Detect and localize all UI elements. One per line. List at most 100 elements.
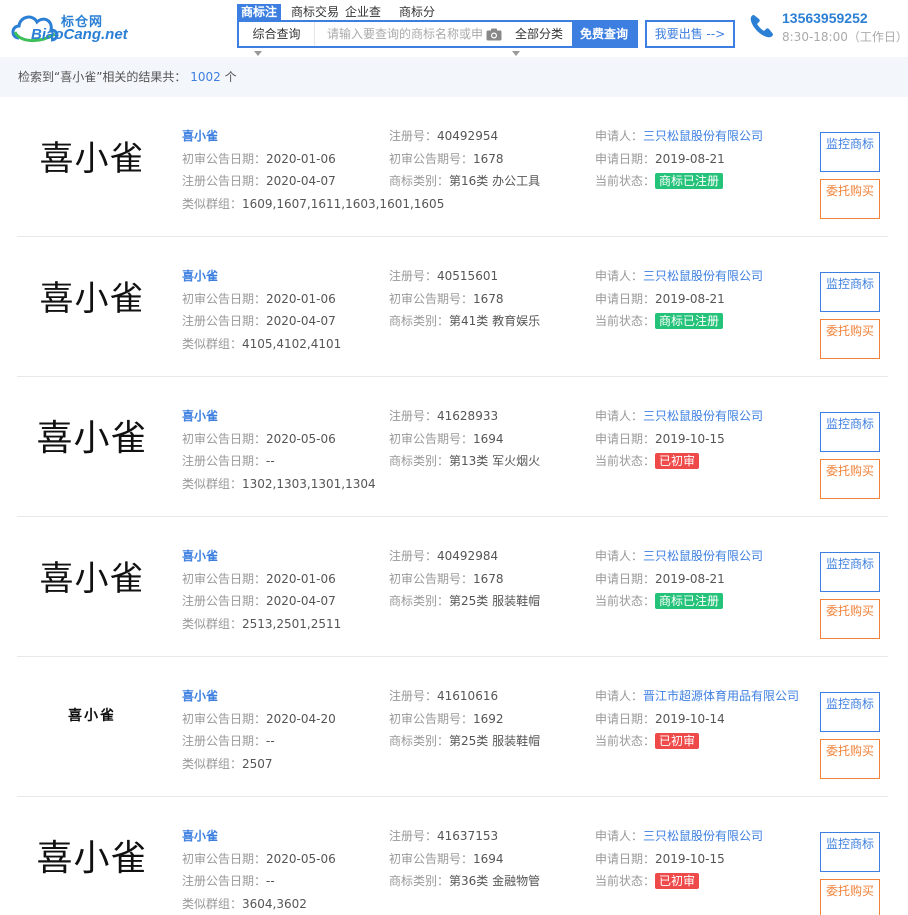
entrust-buy-button[interactable]: 委托购买 [820, 879, 880, 915]
trademark-image[interactable]: 喜小雀 [17, 675, 167, 755]
applicant-link[interactable]: 晋江市超源体育用品有限公司 [643, 689, 799, 703]
monitor-button[interactable]: 监控商标 [820, 412, 880, 452]
trademark-name[interactable]: 喜小雀 [182, 549, 218, 563]
result-suffix: 个 [224, 70, 237, 84]
list-item: 喜小雀 喜小雀 初审公告日期：2020-04-20 注册公告日期：-- 类似群组… [17, 657, 888, 797]
trademark-image[interactable]: 喜小雀 [17, 255, 167, 335]
type-dropdown-arrow-icon [254, 51, 262, 56]
label: 初审公告期号： [389, 711, 474, 726]
reg-date: -- [266, 454, 275, 468]
reg-no: 40492984 [437, 549, 499, 563]
similar-group: 3604,3602 [242, 896, 307, 911]
result-prefix: 检索到“喜小雀”相关的结果共： [18, 70, 187, 84]
entrust-buy-button[interactable]: 委托购买 [820, 459, 880, 499]
reg-no: 41628933 [437, 409, 499, 423]
trademark-name[interactable]: 喜小雀 [182, 129, 218, 143]
label: 申请日期： [595, 571, 656, 586]
first-trial-issue: 1694 [473, 851, 504, 866]
tab-trademark-register[interactable]: 商标注 [237, 4, 282, 20]
label: 初审公告期号： [389, 571, 474, 586]
reg-no: 41637153 [437, 829, 499, 843]
trademark-image[interactable]: 喜小雀 [17, 535, 167, 615]
reg-no: 40492954 [437, 129, 499, 143]
monitor-button[interactable]: 监控商标 [820, 832, 880, 872]
label: 注册公告日期： [182, 734, 267, 748]
status-badge: 商标已注册 [655, 313, 724, 329]
sell-button[interactable]: 我要出售 --> [645, 20, 735, 48]
label: 申请日期： [595, 851, 656, 866]
label: 申请日期： [595, 711, 656, 726]
label: 申请人： [595, 269, 644, 283]
apply-date: 2019-08-21 [655, 291, 725, 306]
label: 注册公告日期： [182, 874, 267, 888]
trademark-category: 第16类 办公工具 [449, 174, 541, 188]
status-badge: 已初审 [655, 733, 700, 749]
label: 当前状态： [595, 594, 656, 608]
monitor-button[interactable]: 监控商标 [820, 272, 880, 312]
first-trial-date: 2020-01-06 [266, 291, 336, 306]
label: 申请人： [595, 689, 644, 703]
label: 当前状态： [595, 454, 656, 468]
trademark-image[interactable]: 喜小雀 [17, 815, 167, 895]
label: 申请人： [595, 129, 644, 143]
label: 初审公告日期： [182, 431, 267, 446]
trademark-name[interactable]: 喜小雀 [182, 269, 218, 283]
category-select[interactable]: 全部分类 [506, 22, 572, 46]
similar-group: 2507 [242, 756, 273, 771]
label: 注册公告日期： [182, 174, 267, 188]
label: 初审公告日期： [182, 151, 267, 166]
trademark-name[interactable]: 喜小雀 [182, 409, 218, 423]
tab-trademark-split[interactable]: 商标分 [399, 4, 445, 20]
label: 申请日期： [595, 151, 656, 166]
label: 申请人： [595, 549, 644, 563]
entrust-buy-button[interactable]: 委托购买 [820, 739, 880, 779]
entrust-buy-button[interactable]: 委托购买 [820, 599, 880, 639]
work-hours: 8:30-18:00（工作日） [782, 30, 908, 44]
trademark-name[interactable]: 喜小雀 [182, 689, 218, 703]
applicant-link[interactable]: 三只松鼠股份有限公司 [643, 549, 763, 563]
similar-group: 1302,1303,1301,1304 [242, 476, 376, 491]
header: 标仓网 BiaoCang.net 商标注 商标交易 企业查 商标分 综合查询 全… [0, 0, 908, 56]
trademark-image[interactable]: 喜小雀 [17, 395, 167, 475]
label: 当前状态： [595, 174, 656, 188]
entrust-buy-button[interactable]: 委托购买 [820, 319, 880, 359]
trademark-image[interactable]: 喜小雀 [17, 115, 167, 195]
first-trial-date: 2020-05-06 [266, 431, 336, 446]
label: 类似群组： [182, 756, 243, 771]
reg-no: 41610616 [437, 689, 499, 703]
label: 初审公告日期： [182, 571, 267, 586]
status-badge: 商标已注册 [655, 593, 724, 609]
monitor-button[interactable]: 监控商标 [820, 692, 880, 732]
search-input[interactable] [315, 22, 482, 46]
label: 注册公告日期： [182, 594, 267, 608]
search-type-select[interactable]: 综合查询 [239, 22, 315, 46]
result-summary: 检索到“喜小雀”相关的结果共： 1002 个 [0, 57, 908, 97]
entrust-buy-button[interactable]: 委托购买 [820, 179, 880, 219]
label: 商标类别： [389, 314, 450, 328]
monitor-button[interactable]: 监控商标 [820, 552, 880, 592]
list-item: 喜小雀 喜小雀 初审公告日期：2020-05-06 注册公告日期：-- 类似群组… [17, 797, 888, 915]
reg-date: 2020-04-07 [266, 174, 336, 188]
list-item: 喜小雀 喜小雀 初审公告日期：2020-05-06 注册公告日期：-- 类似群组… [17, 377, 888, 517]
label: 申请日期： [595, 431, 656, 446]
monitor-button[interactable]: 监控商标 [820, 132, 880, 172]
label: 初审公告日期： [182, 711, 267, 726]
label: 初审公告日期： [182, 851, 267, 866]
label: 类似群组： [182, 616, 243, 631]
camera-icon[interactable] [482, 22, 506, 46]
reg-date: -- [266, 874, 275, 888]
trademark-name[interactable]: 喜小雀 [182, 829, 218, 843]
applicant-link[interactable]: 三只松鼠股份有限公司 [643, 409, 763, 423]
tab-trademark-trade[interactable]: 商标交易 [291, 4, 339, 20]
label: 申请人： [595, 409, 644, 423]
label: 注册号： [389, 409, 438, 423]
applicant-link[interactable]: 三只松鼠股份有限公司 [643, 829, 763, 843]
site-logo[interactable]: 标仓网 BiaoCang.net [9, 6, 128, 46]
applicant-link[interactable]: 三只松鼠股份有限公司 [643, 129, 763, 143]
tab-company-lookup[interactable]: 企业查 [345, 4, 391, 20]
category-dropdown-arrow-icon [512, 51, 520, 56]
applicant-link[interactable]: 三只松鼠股份有限公司 [643, 269, 763, 283]
free-search-button[interactable]: 免费查询 [572, 22, 636, 46]
trademark-category: 第25类 服装鞋帽 [449, 594, 541, 608]
similar-group: 4105,4102,4101 [242, 336, 342, 351]
